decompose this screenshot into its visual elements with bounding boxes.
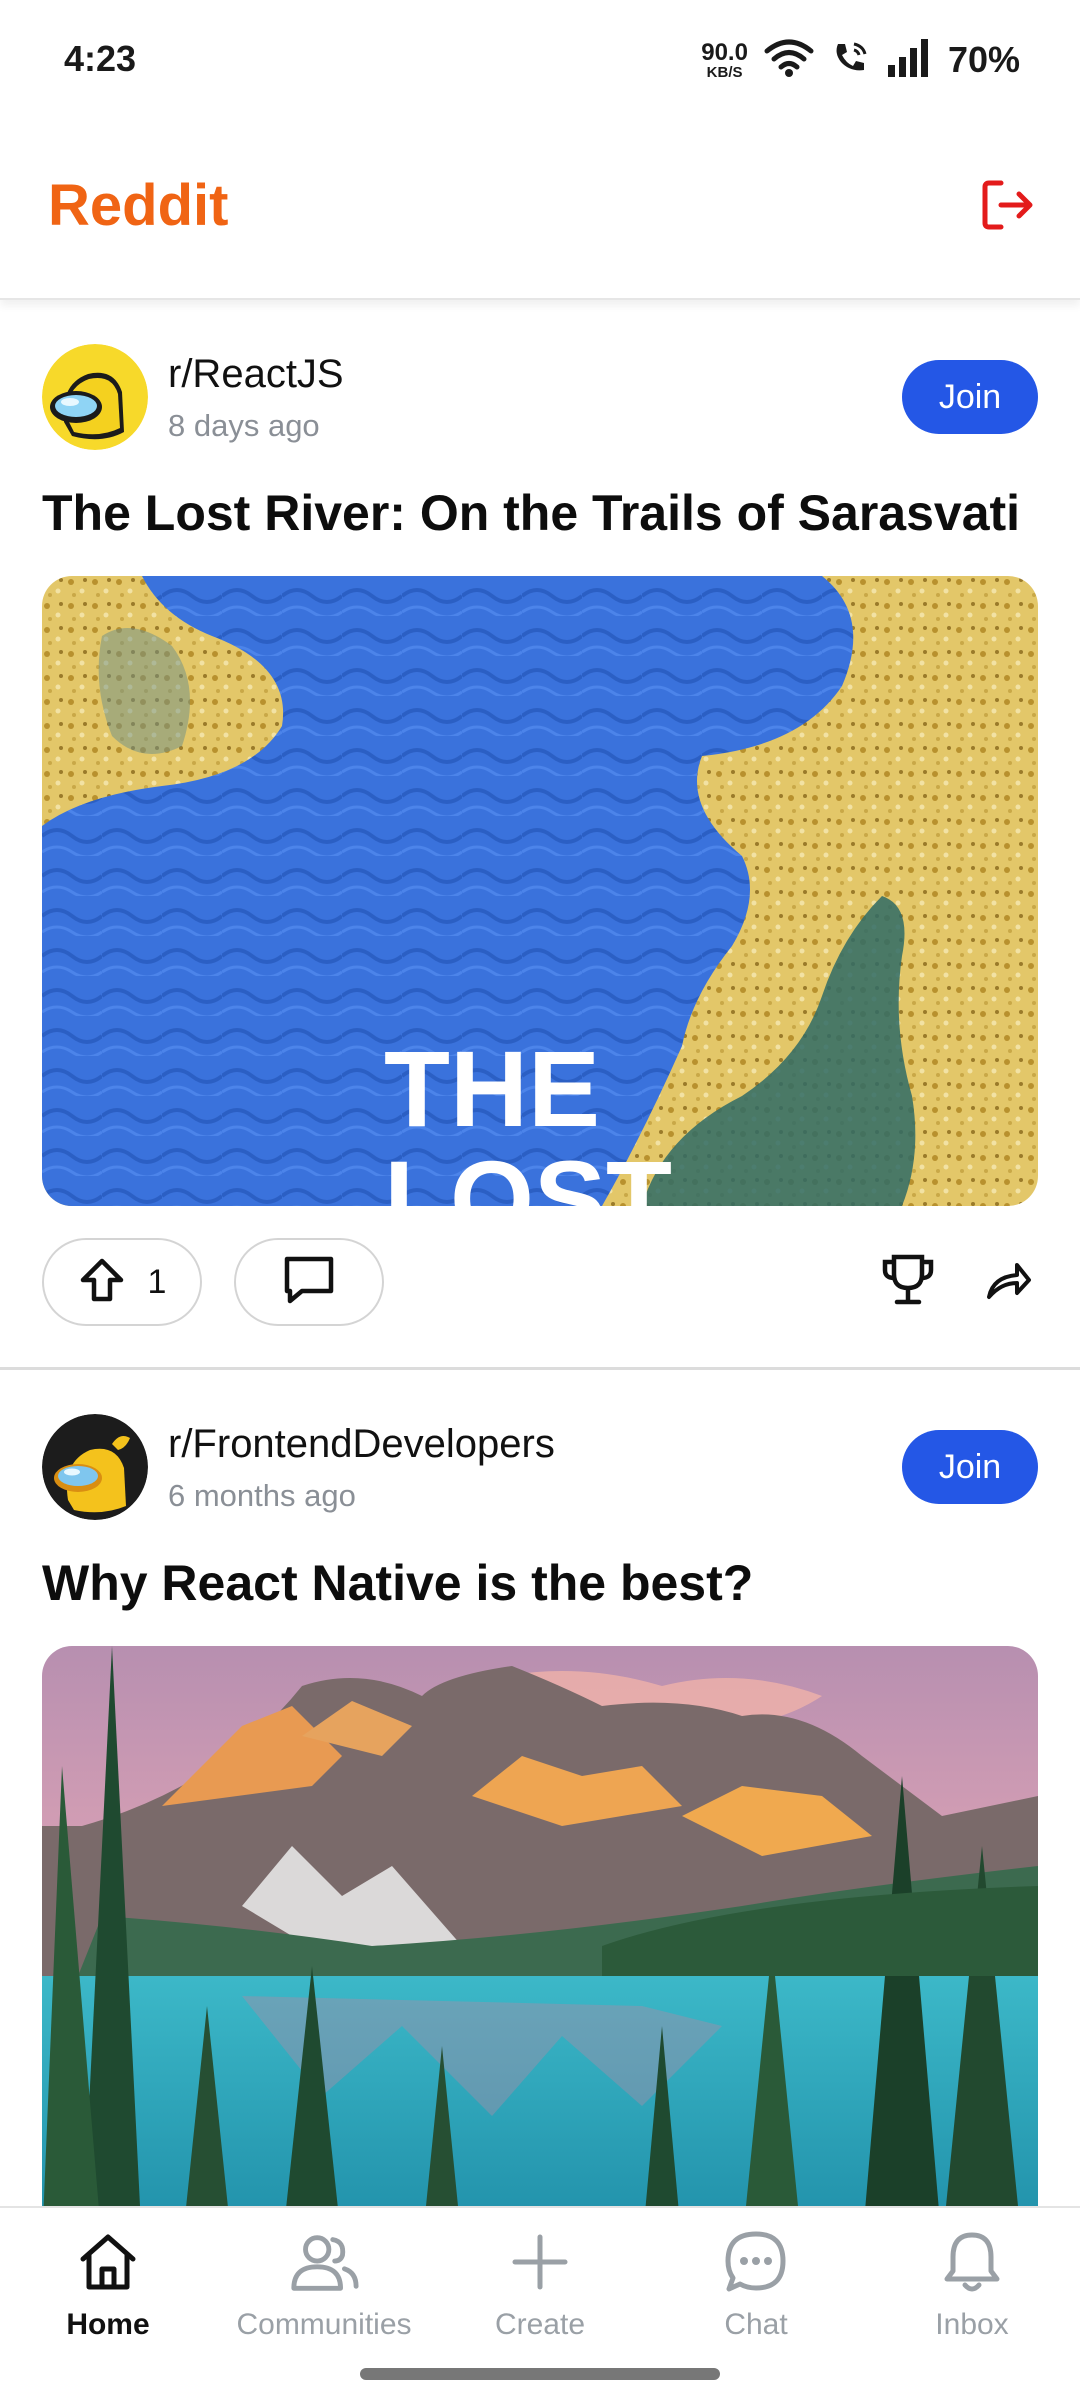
- nav-inbox-label: Inbox: [935, 2308, 1009, 2341]
- home-icon: [72, 2226, 144, 2298]
- app-title: Reddit: [48, 173, 229, 238]
- logout-icon: [977, 175, 1037, 240]
- comment-button[interactable]: [234, 1238, 384, 1326]
- nav-create-label: Create: [494, 2308, 586, 2341]
- share-arrow-icon: [983, 1255, 1033, 1310]
- subreddit-avatar[interactable]: [42, 1414, 148, 1520]
- upvote-arrow-icon: [78, 1256, 126, 1309]
- post-time: 6 months ago: [168, 1478, 356, 1513]
- app-header: Reddit: [0, 120, 1080, 300]
- wifi-calling-icon: [830, 38, 870, 83]
- bell-icon: [936, 2226, 1008, 2298]
- join-button[interactable]: Join: [902, 1430, 1038, 1504]
- network-speed-unit: KB/S: [706, 63, 743, 81]
- trophy-icon: [880, 1252, 936, 1313]
- logout-button[interactable]: [972, 172, 1042, 242]
- post-image[interactable]: [42, 1646, 1038, 2206]
- subreddit-name[interactable]: r/FrontendDevelopers: [168, 1422, 555, 1467]
- post-time: 8 days ago: [168, 408, 320, 443]
- subreddit-name[interactable]: r/ReactJS: [168, 352, 344, 397]
- share-button[interactable]: [978, 1252, 1038, 1312]
- post-title[interactable]: Why React Native is the best?: [42, 1554, 753, 1612]
- image-caption-line2: LOST: [384, 1138, 672, 1206]
- nav-inbox[interactable]: Inbox: [872, 2226, 1072, 2356]
- subreddit-avatar[interactable]: [42, 344, 148, 450]
- upvote-button[interactable]: 1: [42, 1238, 202, 1326]
- post-image[interactable]: THE LOST: [42, 576, 1038, 1206]
- signal-icon: [886, 38, 932, 82]
- home-indicator[interactable]: [360, 2368, 720, 2380]
- award-button[interactable]: [878, 1252, 938, 1312]
- nav-create[interactable]: Create: [440, 2226, 640, 2356]
- upvote-count: 1: [147, 1262, 167, 1301]
- post-card[interactable]: r/FrontendDevelopers 6 months ago Join W…: [0, 1372, 1080, 2206]
- join-button[interactable]: Join: [902, 360, 1038, 434]
- battery-percentage: 70%: [947, 39, 1020, 80]
- post-card[interactable]: r/ReactJS 8 days ago Join The Lost River…: [0, 302, 1080, 1370]
- network-speed-value: 90.0: [701, 38, 748, 66]
- chat-icon: [720, 2226, 792, 2298]
- network-speed: 90.0 KB/S: [701, 38, 748, 81]
- nav-communities-label: Communities: [236, 2308, 412, 2341]
- nav-home-label: Home: [66, 2308, 150, 2341]
- status-bar: 4:23 90.0 KB/S 70%: [0, 0, 1080, 120]
- status-icons: 90.0 KB/S 70%: [701, 36, 1020, 84]
- nav-chat-label: Chat: [724, 2308, 788, 2341]
- nav-home[interactable]: Home: [8, 2226, 208, 2356]
- plus-icon: [504, 2226, 576, 2298]
- status-time: 4:23: [64, 38, 137, 79]
- communities-icon: [288, 2226, 360, 2298]
- nav-communities[interactable]: Communities: [224, 2226, 424, 2356]
- image-caption-line1: THE: [384, 1028, 600, 1149]
- nav-chat[interactable]: Chat: [656, 2226, 856, 2356]
- post-actions: 1: [42, 1238, 1038, 1328]
- comment-icon: [282, 1253, 336, 1312]
- wifi-icon: [764, 38, 814, 83]
- post-title[interactable]: The Lost River: On the Trails of Sarasva…: [42, 484, 1020, 542]
